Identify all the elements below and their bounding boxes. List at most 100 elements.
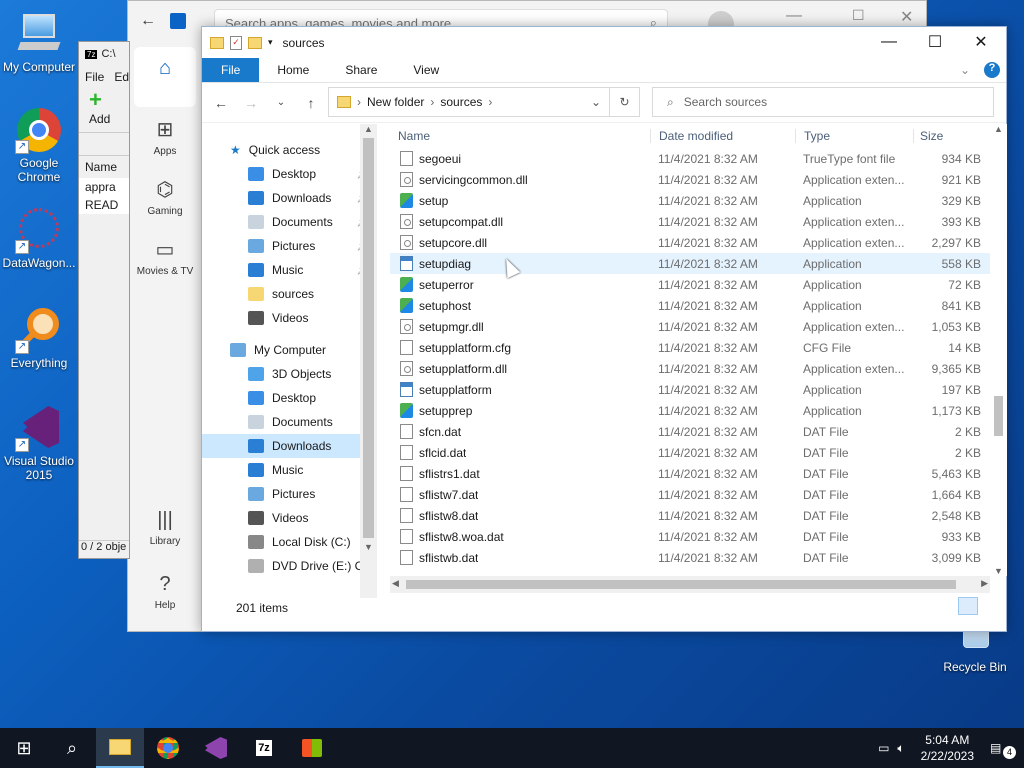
store-minimize-button[interactable]: — — [786, 7, 802, 25]
desktop-icon-visual-studio[interactable]: ↗ Visual Studio 2015 — [1, 404, 77, 482]
nav-item-downloads[interactable]: Downloads📌︎ — [202, 186, 377, 210]
column-name[interactable]: Name — [390, 129, 650, 143]
clock[interactable]: 5:04 AM 2/22/2023 — [921, 732, 974, 764]
minimize-button[interactable]: — — [866, 27, 912, 57]
help-icon[interactable]: ? — [984, 62, 1000, 78]
table-row[interactable]: setupcompat.dll 11/4/2021 8:32 AM Applicat… — [390, 211, 990, 232]
quick-access-dropdown-icon[interactable]: ▾ — [268, 37, 273, 48]
back-arrow-icon[interactable]: ← — [140, 12, 156, 30]
taskbar-file-explorer[interactable] — [96, 728, 144, 768]
table-row[interactable]: setuperror 11/4/2021 8:32 AM Application 72… — [390, 274, 990, 295]
column-size[interactable]: Size — [913, 129, 985, 143]
taskbar-store[interactable] — [288, 728, 336, 768]
close-button[interactable]: ✕ — [958, 27, 1004, 57]
tab-file[interactable]: File — [202, 58, 260, 82]
nav-item-videos[interactable]: Videos — [202, 306, 377, 330]
desktop-icon-my-computer[interactable]: My Computer — [1, 10, 77, 74]
table-row[interactable]: setupprep 11/4/2021 8:32 AM Application 1,1… — [390, 400, 990, 421]
nav-item-documents[interactable]: Documents📌︎ — [202, 210, 377, 234]
table-row[interactable]: setupplatform.cfg 11/4/2021 8:32 AM CFG Fi… — [390, 337, 990, 358]
nav-scrollbar[interactable]: ▲ ▼ — [360, 124, 377, 598]
new-folder-icon[interactable] — [248, 36, 262, 49]
table-row[interactable]: servicingcommon.dll 11/4/2021 8:32 AM Appl… — [390, 169, 990, 190]
taskbar-visual-studio[interactable] — [192, 728, 240, 768]
desktop-icon-chrome[interactable]: ↗ Google Chrome — [1, 106, 77, 184]
nav-item-music[interactable]: Music — [202, 458, 377, 482]
table-row[interactable]: sflistw8.dat 11/4/2021 8:32 AM DAT File 2,5… — [390, 505, 990, 526]
nav-my-computer[interactable]: My Computer — [202, 338, 377, 362]
file-list-scrollbar-thumb[interactable] — [994, 396, 1003, 436]
nav-item-desktop[interactable]: Desktop — [202, 386, 377, 410]
store-nav-movies[interactable]: ▭ Movies & TV — [134, 227, 196, 287]
menu-edit[interactable]: Ed — [114, 70, 129, 84]
table-row[interactable]: sfcn.dat 11/4/2021 8:32 AM DAT File 2 KB — [390, 421, 990, 442]
maximize-button[interactable]: ☐ — [912, 27, 958, 57]
column-date-modified[interactable]: Date modified — [650, 129, 795, 143]
list-item[interactable]: appra — [79, 178, 129, 196]
notification-center-button[interactable]: ▤ 4 — [990, 741, 1016, 759]
nav-item-pictures[interactable]: Pictures — [202, 482, 377, 506]
file-explorer-window[interactable]: ✓ ▾ sources — ☐ ✕ File Home Share View ⌄… — [201, 26, 1007, 632]
menu-file[interactable]: File — [85, 70, 104, 84]
nav-scrollbar-thumb[interactable] — [363, 138, 374, 538]
7zip-window[interactable]: 7z C:\ File Ed + Add Name appra READ 0 / 2 … — [78, 41, 130, 559]
table-row[interactable]: setup 11/4/2021 8:32 AM Application 329 KB — [390, 190, 990, 211]
tab-view[interactable]: View — [395, 58, 457, 82]
desktop-icon-datawagon[interactable]: ↗ DataWagon... — [1, 206, 77, 270]
table-row[interactable]: setupplatform 11/4/2021 8:32 AM Applicatio… — [390, 379, 990, 400]
nav-item-3d-objects[interactable]: 3D Objects — [202, 362, 377, 386]
refresh-button[interactable]: ↻ — [610, 87, 640, 117]
column-type[interactable]: Type — [795, 129, 913, 143]
list-item[interactable]: READ — [79, 196, 129, 214]
address-dropdown-icon[interactable]: ⌄ — [591, 95, 601, 109]
nav-item-music[interactable]: Music📌︎ — [202, 258, 377, 282]
column-name[interactable]: Name — [79, 156, 129, 178]
table-row[interactable]: sflistw8.woa.dat 11/4/2021 8:32 AM DAT Fil… — [390, 526, 990, 547]
start-button[interactable]: ⊞ — [0, 728, 48, 768]
nav-item-pictures[interactable]: Pictures📌︎ — [202, 234, 377, 258]
breadcrumb-sources[interactable]: sources — [440, 95, 482, 109]
store-nav-help[interactable]: ? Help — [134, 563, 196, 623]
table-row[interactable]: setuphost 11/4/2021 8:32 AM Application 841… — [390, 295, 990, 316]
add-button[interactable]: + Add — [79, 88, 129, 132]
volume-icon[interactable]: 🔈︎ — [897, 741, 904, 756]
nav-quick-access[interactable]: ★ Quick access — [202, 138, 377, 162]
nav-item-local-disk-c-[interactable]: Local Disk (C:) — [202, 530, 377, 554]
taskbar-chrome[interactable] — [144, 728, 192, 768]
nav-item-documents[interactable]: Documents — [202, 410, 377, 434]
search-button[interactable]: ⌕ — [48, 728, 96, 768]
search-input[interactable]: ⌕ Search sources — [652, 87, 994, 117]
table-row[interactable]: sflistwb.dat 11/4/2021 8:32 AM DAT File 3,0… — [390, 547, 990, 568]
expand-ribbon-icon[interactable]: ⌄ — [960, 58, 984, 82]
nav-item-sources[interactable]: sources — [202, 282, 377, 306]
desktop-icon-everything[interactable]: ↗ Everything — [1, 306, 77, 370]
forward-arrow-icon[interactable]: → — [240, 95, 262, 111]
store-nav-library[interactable]: ||| Library — [134, 499, 196, 559]
horizontal-scrollbar-thumb[interactable] — [406, 580, 956, 589]
horizontal-scrollbar[interactable]: ◀ ▶ — [390, 576, 990, 593]
tab-home[interactable]: Home — [259, 58, 327, 82]
store-nav-gaming[interactable]: ⌬ Gaming — [134, 167, 196, 227]
table-row[interactable]: sflistw7.dat 11/4/2021 8:32 AM DAT File 1,6… — [390, 484, 990, 505]
address-bar[interactable]: › New folder › sources › ⌄ — [328, 87, 610, 117]
table-row[interactable]: setupcore.dll 11/4/2021 8:32 AM Applicatio… — [390, 232, 990, 253]
details-view-button[interactable] — [958, 597, 978, 615]
network-icon[interactable]: ▭ — [878, 741, 889, 755]
nav-item-dvd-drive-e-c-[interactable]: DVD Drive (E:) C( — [202, 554, 377, 578]
large-icons-view-button[interactable] — [982, 597, 1000, 615]
table-row[interactable]: sflistrs1.dat 11/4/2021 8:32 AM DAT File 5,… — [390, 463, 990, 484]
file-list-scrollbar[interactable]: ▲ ▼ — [990, 124, 1007, 576]
table-row[interactable]: sflcid.dat 11/4/2021 8:32 AM DAT File 2 KB — [390, 442, 990, 463]
nav-item-downloads[interactable]: Downloads — [202, 434, 377, 458]
nav-item-desktop[interactable]: Desktop📌︎ — [202, 162, 377, 186]
store-maximize-button[interactable]: ☐ — [852, 7, 865, 24]
store-nav-apps[interactable]: ⊞ Apps — [134, 107, 196, 167]
properties-icon[interactable]: ✓ — [230, 35, 242, 50]
store-close-button[interactable]: ✕ — [900, 7, 913, 27]
taskbar-7zip[interactable]: 7z — [240, 728, 288, 768]
breadcrumb-new-folder[interactable]: New folder — [367, 95, 424, 109]
store-nav-home[interactable]: ⌂ — [134, 47, 196, 107]
table-row[interactable]: setupplatform.dll 11/4/2021 8:32 AM Applic… — [390, 358, 990, 379]
up-arrow-icon[interactable]: ↑ — [300, 95, 322, 111]
table-row[interactable]: setupmgr.dll 11/4/2021 8:32 AM Application… — [390, 316, 990, 337]
